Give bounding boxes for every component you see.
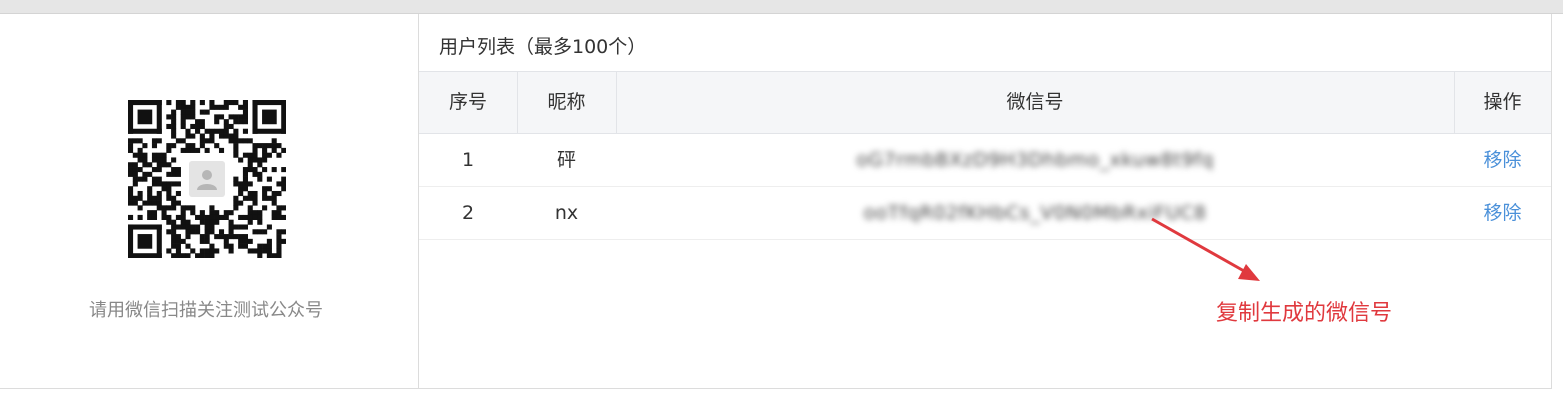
red-arrow-icon bbox=[1151, 217, 1260, 281]
annotation-text: 复制生成的微信号 bbox=[1216, 301, 1393, 326]
